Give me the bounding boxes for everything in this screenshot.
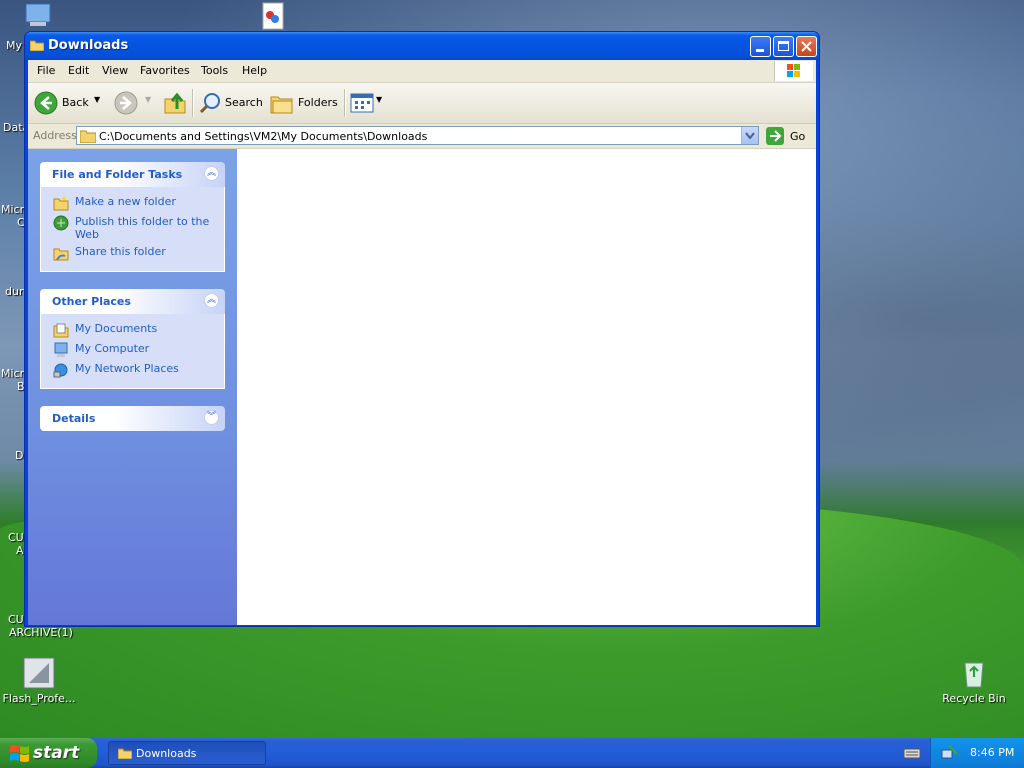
folders-button[interactable]: Folders [270,91,338,115]
chevron-up-icon[interactable]: ︽ [204,166,219,181]
my-network-places-link[interactable]: My Network Places [53,362,216,382]
standard-toolbar: Back ▼ ▼ Search Folders ▼ [28,83,816,124]
my-computer-desktop-icon[interactable] [24,2,54,28]
window-title: Downloads [48,38,129,53]
forward-dropdown-icon[interactable]: ▼ [145,95,151,104]
panel-file-folder-tasks: File and Folder Tasks ︽ Make a new folde… [40,162,225,272]
panel-body: My Documents My Computer My Network Plac… [40,314,225,389]
maximize-button[interactable] [773,36,794,57]
panel-other-places: Other Places ︽ My Documents My Computer … [40,289,225,389]
address-value: C:\Documents and Settings\VM2\My Documen… [99,130,428,143]
desktop-icon-label[interactable]: My [6,39,22,52]
folder-icon [29,39,45,52]
document-desktop-icon[interactable] [261,2,285,30]
desktop-icon-label[interactable]: CU [8,613,24,626]
maximize-icon [778,41,789,51]
flash-icon [23,657,55,689]
go-arrow-icon [766,127,784,145]
folder-icon [80,130,96,143]
toolbar-separator [192,89,194,117]
desktop-icon-label: Recycle Bin [942,692,1006,705]
explorer-window: Downloads File Edit View Favorites Tools… [24,31,820,627]
menu-favorites[interactable]: Favorites [140,64,190,77]
my-documents-link[interactable]: My Documents [53,322,216,342]
my-computer-icon [54,342,68,357]
back-arrow-icon [34,91,58,115]
desktop-icon-label[interactable]: D [15,449,23,462]
views-dropdown-icon[interactable]: ▼ [376,95,382,104]
minimize-button[interactable] [750,36,771,57]
my-documents-icon [53,323,69,338]
chevron-up-icon[interactable]: ︽ [204,293,219,308]
start-label: start [33,743,80,763]
taskbar-item-downloads[interactable]: Downloads [108,741,266,765]
panel-details: Details ︾ [40,406,225,431]
recycle-bin-icon [958,657,990,689]
back-button[interactable]: Back ▼ [34,91,104,115]
network-tray-icon[interactable] [941,744,959,762]
title-bar[interactable]: Downloads [25,32,819,60]
menu-bar: File Edit View Favorites Tools Help [28,60,816,83]
minimize-icon [756,49,764,52]
make-new-folder-link[interactable]: Make a new folder [53,195,216,215]
go-button[interactable]: Go [766,127,816,146]
windows-flag-icon [10,745,29,762]
desktop-icon-flash[interactable]: Flash_Profe... [1,657,77,705]
address-dropdown-button[interactable] [741,127,758,144]
desktop-icon-label[interactable]: ARCHIVE(1) [9,626,73,639]
system-tray: 8:46 PM [930,738,1024,768]
close-button[interactable] [796,36,817,57]
views-button[interactable]: ▼ [350,91,386,115]
window-body: File Edit View Favorites Tools Help Back… [28,60,816,625]
menu-view[interactable]: View [102,64,128,77]
start-button[interactable]: start [0,738,97,768]
panel-header[interactable]: File and Folder Tasks ︽ [40,162,225,187]
share-folder-link[interactable]: Share this folder [53,245,216,265]
desktop-icon-label[interactable]: CU [8,531,24,544]
menu-tools[interactable]: Tools [201,64,228,77]
network-places-icon [53,363,68,378]
back-dropdown-icon[interactable]: ▼ [94,95,100,104]
panel-body: Make a new folder Publish this folder to… [40,187,225,272]
keyboard-icon[interactable] [903,746,921,760]
windows-logo-icon [774,61,813,81]
desktop-icon-label: Flash_Profe... [2,692,76,705]
task-pane: File and Folder Tasks ︽ Make a new folde… [28,149,237,625]
up-folder-button[interactable] [163,91,187,115]
address-bar: Address C:\Documents and Settings\VM2\My… [28,124,816,149]
publish-web-icon [53,215,69,231]
address-input[interactable]: C:\Documents and Settings\VM2\My Documen… [76,126,759,145]
folder-icon [118,748,132,759]
panel-header[interactable]: Details ︾ [40,406,225,431]
search-button[interactable]: Search [198,91,263,115]
search-icon [199,93,220,114]
new-folder-icon [53,196,69,211]
my-computer-link[interactable]: My Computer [53,342,216,362]
chevron-down-icon[interactable]: ︾ [204,410,219,425]
clock[interactable]: 8:46 PM [970,746,1014,759]
forward-arrow-icon [114,91,138,115]
share-folder-icon [53,248,69,261]
close-icon [801,41,812,52]
views-icon [350,93,374,113]
file-list-view[interactable] [237,149,816,625]
desktop-icon-recycle-bin[interactable]: Recycle Bin [936,657,1012,705]
chevron-down-icon [745,132,755,140]
panel-header[interactable]: Other Places ︽ [40,289,225,314]
publish-folder-link[interactable]: Publish this folder to the Web [53,215,216,245]
folders-icon [270,96,293,114]
taskbar: start Downloads 8:46 PM [0,738,1024,768]
up-folder-icon [164,92,186,114]
desktop-icon-label[interactable]: A [16,544,24,557]
menu-file[interactable]: File [37,64,55,77]
menu-help[interactable]: Help [242,64,267,77]
address-label: Address [33,129,77,142]
toolbar-separator [344,89,346,117]
forward-button[interactable]: ▼ [114,91,154,115]
menu-edit[interactable]: Edit [68,64,89,77]
